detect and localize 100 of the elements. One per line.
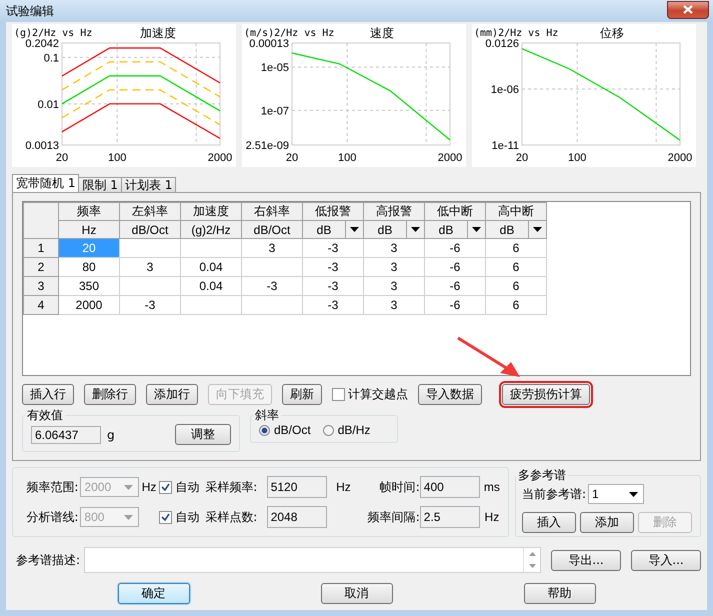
row-number: 2: [24, 258, 58, 276]
chart-title: 速度: [370, 26, 394, 40]
x-tick-label: 2000: [208, 152, 232, 164]
checkbox-label: 自动: [175, 478, 200, 496]
axis-unit-label: (mm)2/Hz vs Hz: [474, 28, 558, 39]
table-cell[interactable]: 6: [486, 276, 546, 296]
readonly-field[interactable]: 400: [420, 476, 480, 498]
action-button[interactable]: 导入数据: [418, 384, 482, 404]
group-title: 有效值: [26, 407, 64, 424]
unit-label: Hz: [484, 510, 500, 524]
readonly-field[interactable]: 2.5: [420, 506, 480, 528]
table-cell[interactable]: 2000: [58, 296, 120, 314]
column-header: 高中断: [486, 202, 546, 220]
action-button[interactable]: 添加行: [146, 384, 198, 404]
field-label: 频率范围:: [25, 478, 78, 496]
table-cell[interactable]: -3: [302, 258, 364, 276]
axis-unit-label: (m/s)2/Hz vs Hz: [244, 28, 334, 39]
table-cell[interactable]: -6: [424, 276, 486, 296]
unit-label: dB/Oct: [132, 222, 168, 236]
table-cell[interactable]: 3: [364, 276, 424, 296]
field-label: 采样点数:: [205, 508, 258, 526]
table-cell[interactable]: 350: [58, 276, 120, 296]
unit-label: dB: [438, 222, 454, 236]
field-label: 分析谱线:: [25, 508, 78, 526]
unit-label: g: [107, 428, 116, 442]
table-cell[interactable]: 80: [58, 258, 120, 276]
combo-box[interactable]: 1: [588, 484, 644, 504]
action-button[interactable]: 插入行: [22, 384, 74, 404]
table-cell[interactable]: 0.04: [180, 276, 242, 296]
y-tick-label: 2.51e-09: [246, 140, 289, 152]
y-tick-label: 0.01: [38, 98, 59, 111]
y-tick-label: 1e-07: [260, 105, 289, 118]
table-cell[interactable]: -3: [120, 296, 180, 314]
table-cell[interactable]: 3: [120, 258, 180, 276]
readonly-field[interactable]: 2048: [266, 506, 327, 528]
table-cell[interactable]: -3: [302, 296, 364, 314]
table-cell[interactable]: -6: [424, 238, 486, 258]
field-label: 参考谱描述:: [16, 552, 80, 568]
file-button[interactable]: 导入...: [631, 550, 701, 570]
row-number: 1: [24, 238, 58, 258]
tab[interactable]: 限制 1: [78, 177, 122, 192]
field-label: 帧时间:: [378, 478, 420, 496]
dialog-button[interactable]: 取消: [320, 583, 392, 604]
checkbox-label: 计算交越点: [348, 386, 408, 402]
reference-button[interactable]: 添加: [580, 512, 634, 533]
x-tick-label: 100: [338, 152, 356, 164]
window-title: 试验编辑: [6, 2, 54, 20]
adjust-button[interactable]: 调整: [175, 424, 231, 445]
x-tick-label: 2000: [668, 152, 692, 164]
unit-label: dB: [376, 222, 394, 236]
y-tick-label: 1e-05: [260, 62, 289, 74]
table-cell[interactable]: -6: [424, 258, 486, 276]
column-header: 低报警: [302, 202, 364, 220]
unit-label: Hz: [335, 480, 352, 494]
y-tick-label: 0.0126: [485, 38, 519, 50]
unit-label: Hz: [140, 480, 158, 494]
field-label: 当前参考谱:: [522, 486, 586, 502]
column-header: 右斜率: [242, 202, 302, 220]
x-tick-label: 100: [568, 152, 586, 164]
table-cell[interactable]: 3: [242, 238, 302, 258]
table-cell[interactable]: 3: [364, 238, 424, 258]
dialog-button[interactable]: 帮助: [524, 583, 596, 604]
action-button[interactable]: 刷新: [282, 384, 322, 404]
readonly-field[interactable]: 5120: [266, 476, 327, 498]
column-header: 加速度: [180, 202, 242, 220]
column-header: 频率: [58, 202, 120, 220]
action-button[interactable]: 删除行: [84, 384, 136, 404]
table-cell[interactable]: -3: [302, 276, 364, 296]
column-header: 高报警: [364, 202, 424, 220]
group-title: 斜率: [254, 407, 280, 424]
checkbox-label: 自动: [175, 508, 200, 526]
y-tick-label: 0.0013: [25, 140, 59, 152]
x-tick-label: 20: [56, 152, 68, 164]
x-tick-label: 20: [286, 152, 298, 164]
table-cell[interactable]: 3: [364, 258, 424, 276]
radio-label: dB/Oct: [274, 423, 311, 437]
group-title: 多参考谱: [517, 467, 567, 484]
table-cell[interactable]: -3: [242, 276, 302, 296]
column-header: 低中断: [424, 202, 486, 220]
reference-button[interactable]: 插入: [522, 512, 576, 533]
table-cell[interactable]: 0.04: [180, 258, 242, 276]
table-cell[interactable]: 6: [486, 238, 546, 258]
chart-title: 加速度: [140, 26, 176, 40]
table-cell[interactable]: 3: [364, 296, 424, 314]
y-tick-label: 1e-11: [492, 140, 519, 152]
rms-field[interactable]: 6.06437: [31, 426, 101, 444]
dialog-button[interactable]: 确定: [118, 583, 190, 604]
tab[interactable]: 宽带随机 1: [12, 174, 80, 192]
table-cell[interactable]: -6: [424, 296, 486, 314]
unit-label: Hz: [82, 222, 96, 236]
table-cell[interactable]: 6: [486, 296, 546, 314]
file-button[interactable]: 导出...: [551, 550, 621, 570]
table-cell[interactable]: -3: [302, 238, 364, 258]
row-number: 3: [24, 276, 58, 296]
y-tick-label: 0.1: [44, 52, 59, 64]
tab[interactable]: 计划表 1: [120, 177, 176, 192]
table-cell[interactable]: 6: [486, 258, 546, 276]
x-tick-label: 20: [516, 152, 528, 164]
x-tick-label: 2000: [438, 152, 462, 164]
unit-label: dB/Oct: [254, 222, 290, 236]
